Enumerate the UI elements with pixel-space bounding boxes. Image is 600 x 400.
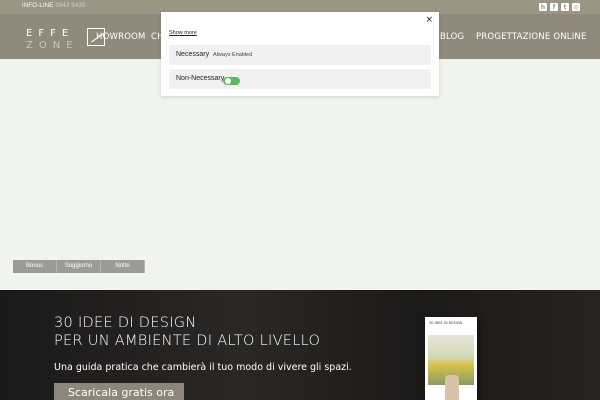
instagram-icon[interactable]: ◎ [572,3,580,11]
tab-bonus[interactable]: Bonus [13,260,57,273]
banner-title: 30 IDEE DI DESIGN PER UN AMBIENTE DI ALT… [54,314,320,350]
cookie-category-non-necessary[interactable]: Non-Necessary [169,69,431,89]
facebook-icon[interactable]: f [550,3,558,11]
cookie-category-necessary[interactable]: Necessary Always Enabled [169,45,431,65]
cookie-modal: × Show more Necessary Always Enabled Non… [161,12,439,96]
banner-text: Una guida pratica che cambierà il tuo mo… [54,362,352,373]
category-tabs: Bonus Soggiorno Notte [13,260,145,273]
necessary-label: Necessary [176,51,210,58]
non-necessary-label: Non-Necessary [176,75,225,82]
cookie-category-title: Necessary Always Enabled [176,51,252,58]
houzz-icon[interactable]: h [539,3,547,11]
banner-title-line-2: PER UN AMBIENTE DI ALTO LIVELLO [54,333,321,349]
social-icons: h f t ◎ [539,3,580,11]
logo[interactable]: EFFE ZONE [26,28,106,60]
nav-item-showroom[interactable]: HOWROOM [96,32,146,42]
download-button[interactable]: Scaricala gratis ora [54,383,184,400]
tab-notte[interactable]: Notte [101,260,145,273]
info-line-phone[interactable]: 0942 5435 [55,3,85,9]
ebook-cover: 30 IDEE DI DESIGN [425,317,477,400]
info-line: INFO-LINE 0942 5435 [22,3,86,9]
logo-line-2: ZONE [26,40,79,51]
always-enabled-badge: Always Enabled [213,52,253,58]
tab-soggiorno[interactable]: Soggiorno [57,260,101,273]
show-more-link[interactable]: Show more [169,30,197,36]
nav-item-progettazione-online[interactable]: PROGETTAZIONE ONLINE [476,32,587,42]
close-icon[interactable]: × [425,15,433,25]
promo-banner: 30 IDEE DI DESIGN PER UN AMBIENTE DI ALT… [0,290,600,400]
logo-line-1: EFFE [26,28,75,39]
info-line-label: INFO-LINE [22,3,54,9]
nav-item-blog[interactable]: BLOG [440,32,464,42]
banner-title-line-1: 30 IDEE DI DESIGN [54,315,197,331]
twitter-icon[interactable]: t [561,3,569,11]
non-necessary-toggle[interactable] [223,77,240,85]
hand-image [445,375,459,400]
ebook-title: 30 IDEE DI DESIGN [429,321,463,325]
